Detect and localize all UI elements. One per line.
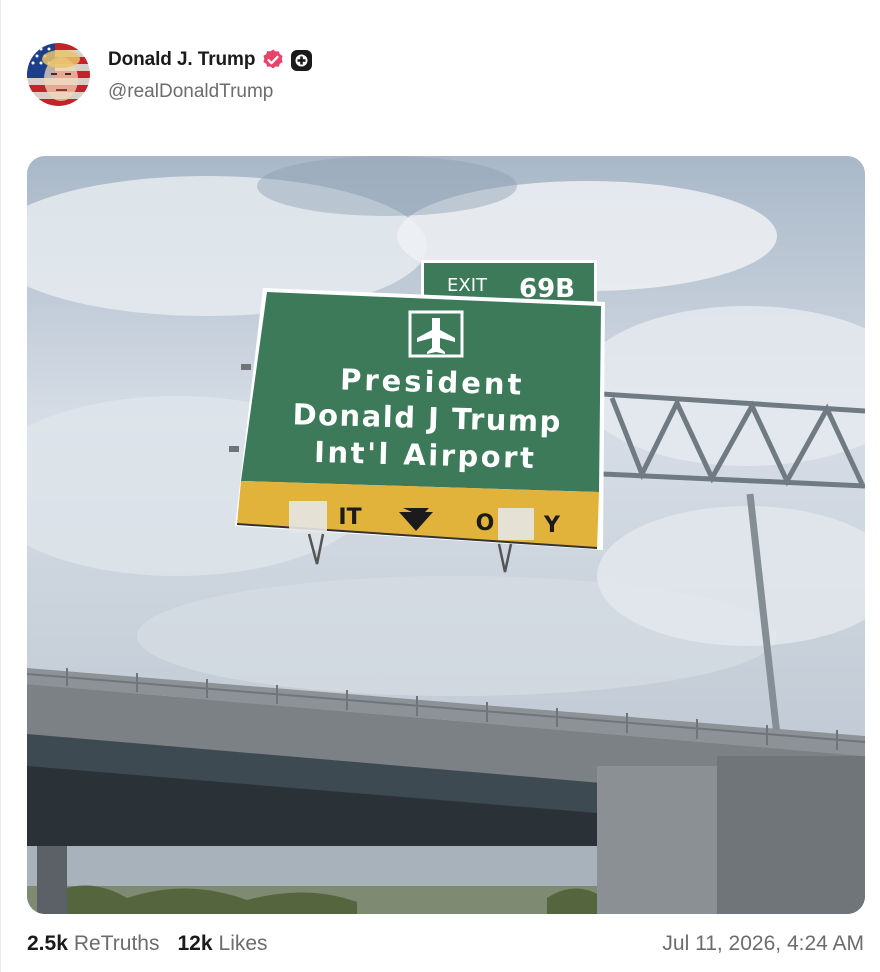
exit-tab-label: EXIT [447,275,488,296]
retruths-label: ReTruths [73,932,160,955]
sign-line-1: President [340,362,525,401]
likes-count: 12k [177,932,213,955]
author-handle[interactable]: @realDonaldTrump [108,81,273,103]
sign-lane-left: IT [338,505,361,530]
highway-sign-photo: EXIT 69B President Donald J Trump Int'l … [27,156,865,914]
avatar[interactable] [27,43,90,106]
sign-blur-left [289,501,327,533]
sign-blur-right [498,508,534,540]
post-timestamp[interactable]: Jul 11, 2026, 4:24 AM [662,932,864,956]
post-image[interactable]: EXIT 69B President Donald J Trump Int'l … [27,156,865,914]
plus-badge-icon [290,49,313,72]
likes-stat[interactable]: 12k Likes [177,932,267,956]
retruths-stat[interactable]: 2.5k ReTruths [27,932,159,956]
likes-label: Likes [218,932,268,955]
post-footer: 2.5k ReTruths 12k Likes Jul 11, 2026, 4:… [27,930,864,958]
avatar-image [27,43,90,106]
author-name-row: Donald J. Trump [108,46,313,74]
retruths-count: 2.5k [27,932,68,955]
author-display-name[interactable]: Donald J. Trump [108,49,255,71]
sign-lane-right-b: Y [543,513,561,538]
verified-badge-icon [261,48,285,72]
post-card: Donald J. Trump @realDonaldTrump EXIT 69… [0,0,880,972]
sign-line-3: Int'l Airport [314,435,537,475]
sign-lane-right-a: O [476,511,495,536]
